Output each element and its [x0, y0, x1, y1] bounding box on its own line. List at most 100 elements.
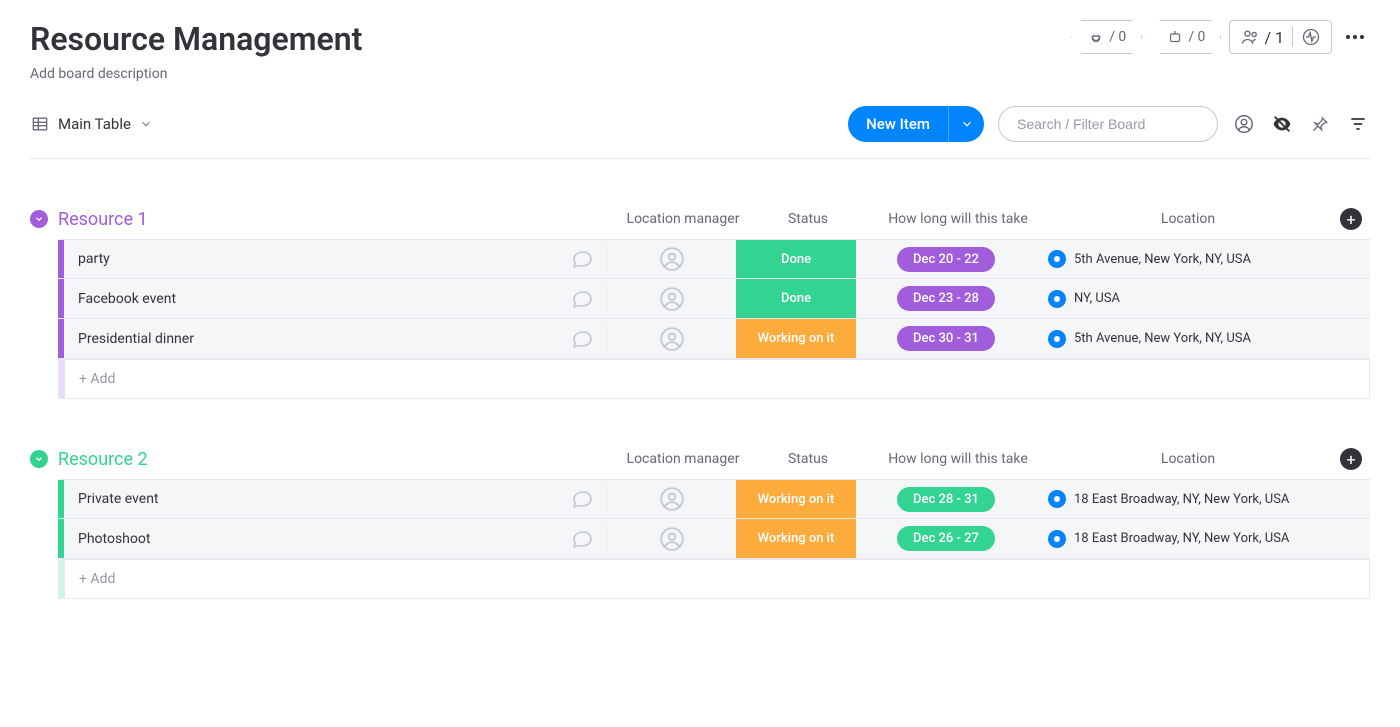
table-row[interactable]: Private event Working on it Dec 28 - 31 …	[58, 479, 1370, 519]
row-manager-cell[interactable]	[606, 246, 736, 272]
column-header-time[interactable]: How long will this take	[868, 451, 1048, 467]
table-row[interactable]: Facebook event Done Dec 23 - 28 NY, USA	[58, 279, 1370, 319]
column-header-location[interactable]: Location	[1048, 451, 1328, 467]
more-options-button[interactable]	[1340, 35, 1370, 39]
person-circle-icon	[1233, 113, 1255, 135]
eye-off-icon	[1271, 113, 1293, 135]
location-text: 18 East Broadway, NY, New York, USA	[1074, 531, 1289, 546]
chat-icon	[570, 487, 594, 511]
row-location-cell[interactable]: 5th Avenue, New York, NY, USA	[1036, 250, 1316, 268]
column-header-manager[interactable]: Location manager	[618, 211, 748, 227]
time-pill: Dec 26 - 27	[897, 526, 995, 551]
location-pin-icon	[1048, 330, 1066, 348]
row-status-cell[interactable]: Working on it	[736, 319, 856, 358]
row-name-cell[interactable]: Presidential dinner	[64, 331, 558, 347]
people-icon	[1240, 27, 1260, 47]
row-manager-cell[interactable]	[606, 486, 736, 512]
row-status-cell[interactable]: Done	[736, 279, 856, 318]
new-item-label: New Item	[848, 115, 948, 133]
members-button[interactable]: / 1	[1240, 27, 1284, 47]
row-name-cell[interactable]: Facebook event	[64, 291, 558, 307]
person-circle-icon	[659, 286, 685, 312]
hide-columns-button[interactable]	[1270, 112, 1294, 136]
row-chat-button[interactable]	[558, 527, 606, 551]
column-header-time[interactable]: How long will this take	[868, 211, 1048, 227]
table-row[interactable]: Photoshoot Working on it Dec 26 - 27 18 …	[58, 519, 1370, 559]
row-chat-button[interactable]	[558, 247, 606, 271]
column-header-status[interactable]: Status	[748, 211, 868, 227]
row-time-cell[interactable]: Dec 23 - 28	[856, 286, 1036, 311]
row-chat-button[interactable]	[558, 487, 606, 511]
row-location-cell[interactable]: 18 East Broadway, NY, New York, USA	[1036, 490, 1316, 508]
filter-icon	[1348, 114, 1368, 134]
table-row[interactable]: party Done Dec 20 - 22 5th Avenue, New Y…	[58, 239, 1370, 279]
row-chat-button[interactable]	[558, 327, 606, 351]
row-status-cell[interactable]: Done	[736, 240, 856, 278]
location-text: 5th Avenue, New York, NY, USA	[1074, 331, 1251, 346]
row-status-cell[interactable]: Working on it	[736, 480, 856, 518]
row-name-cell[interactable]: party	[64, 251, 558, 267]
add-row-button[interactable]: + Add	[58, 559, 1370, 599]
activity-icon	[1301, 27, 1321, 47]
time-pill: Dec 23 - 28	[897, 286, 995, 311]
person-circle-icon	[659, 526, 685, 552]
integrations-badge[interactable]: / 0	[1071, 20, 1142, 54]
members-count: / 1	[1264, 28, 1284, 47]
integrations-count: / 0	[1109, 29, 1126, 45]
automations-badge[interactable]: / 0	[1150, 20, 1221, 54]
time-pill: Dec 20 - 22	[897, 247, 995, 272]
row-time-cell[interactable]: Dec 28 - 31	[856, 487, 1036, 512]
filter-button[interactable]	[1346, 112, 1370, 136]
chevron-down-icon	[34, 214, 44, 224]
group-resource1: Resource 1 Location manager Status How l…	[30, 199, 1370, 399]
table-icon	[30, 114, 50, 134]
add-row-label: + Add	[65, 371, 115, 387]
row-manager-cell[interactable]	[606, 526, 736, 552]
add-row-button[interactable]: + Add	[58, 359, 1370, 399]
view-label: Main Table	[58, 115, 131, 133]
person-circle-icon	[659, 246, 685, 272]
activity-button[interactable]	[1301, 27, 1321, 47]
collapse-toggle[interactable]	[30, 450, 48, 468]
add-column-button[interactable]: +	[1340, 208, 1362, 230]
row-manager-cell[interactable]	[606, 326, 736, 352]
location-text: NY, USA	[1074, 291, 1120, 306]
chevron-down-icon	[34, 454, 44, 464]
location-pin-icon	[1048, 530, 1066, 548]
members-activity-group: / 1	[1229, 20, 1332, 54]
row-name-cell[interactable]: Photoshoot	[64, 531, 558, 547]
divider	[1292, 27, 1293, 47]
group-resource2: Resource 2 Location manager Status How l…	[30, 439, 1370, 599]
add-column-button[interactable]: +	[1340, 448, 1362, 470]
row-location-cell[interactable]: NY, USA	[1036, 290, 1316, 308]
row-location-cell[interactable]: 5th Avenue, New York, NY, USA	[1036, 330, 1316, 348]
board-title[interactable]: Resource Management	[30, 20, 362, 58]
row-manager-cell[interactable]	[606, 286, 736, 312]
person-circle-icon	[659, 326, 685, 352]
column-header-location[interactable]: Location	[1048, 211, 1328, 227]
row-chat-button[interactable]	[558, 287, 606, 311]
row-status-cell[interactable]: Working on it	[736, 519, 856, 558]
pin-button[interactable]	[1308, 112, 1332, 136]
column-header-status[interactable]: Status	[748, 451, 868, 467]
row-location-cell[interactable]: 18 East Broadway, NY, New York, USA	[1036, 530, 1316, 548]
person-filter-button[interactable]	[1232, 112, 1256, 136]
collapse-toggle[interactable]	[30, 210, 48, 228]
robot-icon	[1166, 28, 1184, 46]
row-time-cell[interactable]: Dec 30 - 31	[856, 326, 1036, 351]
group-title[interactable]: Resource 2	[58, 449, 618, 470]
board-description[interactable]: Add board description	[30, 66, 362, 82]
row-time-cell[interactable]: Dec 20 - 22	[856, 247, 1036, 272]
chevron-down-icon	[960, 117, 974, 131]
view-switcher[interactable]: Main Table	[30, 114, 153, 134]
column-header-manager[interactable]: Location manager	[618, 451, 748, 467]
new-item-dropdown[interactable]	[948, 106, 984, 142]
row-time-cell[interactable]: Dec 26 - 27	[856, 526, 1036, 551]
new-item-button[interactable]: New Item	[848, 106, 984, 142]
location-pin-icon	[1048, 250, 1066, 268]
row-name-cell[interactable]: Private event	[64, 491, 558, 507]
search-input[interactable]	[998, 106, 1218, 142]
time-pill: Dec 30 - 31	[897, 326, 995, 351]
group-title[interactable]: Resource 1	[58, 209, 618, 230]
table-row[interactable]: Presidential dinner Working on it Dec 30…	[58, 319, 1370, 359]
